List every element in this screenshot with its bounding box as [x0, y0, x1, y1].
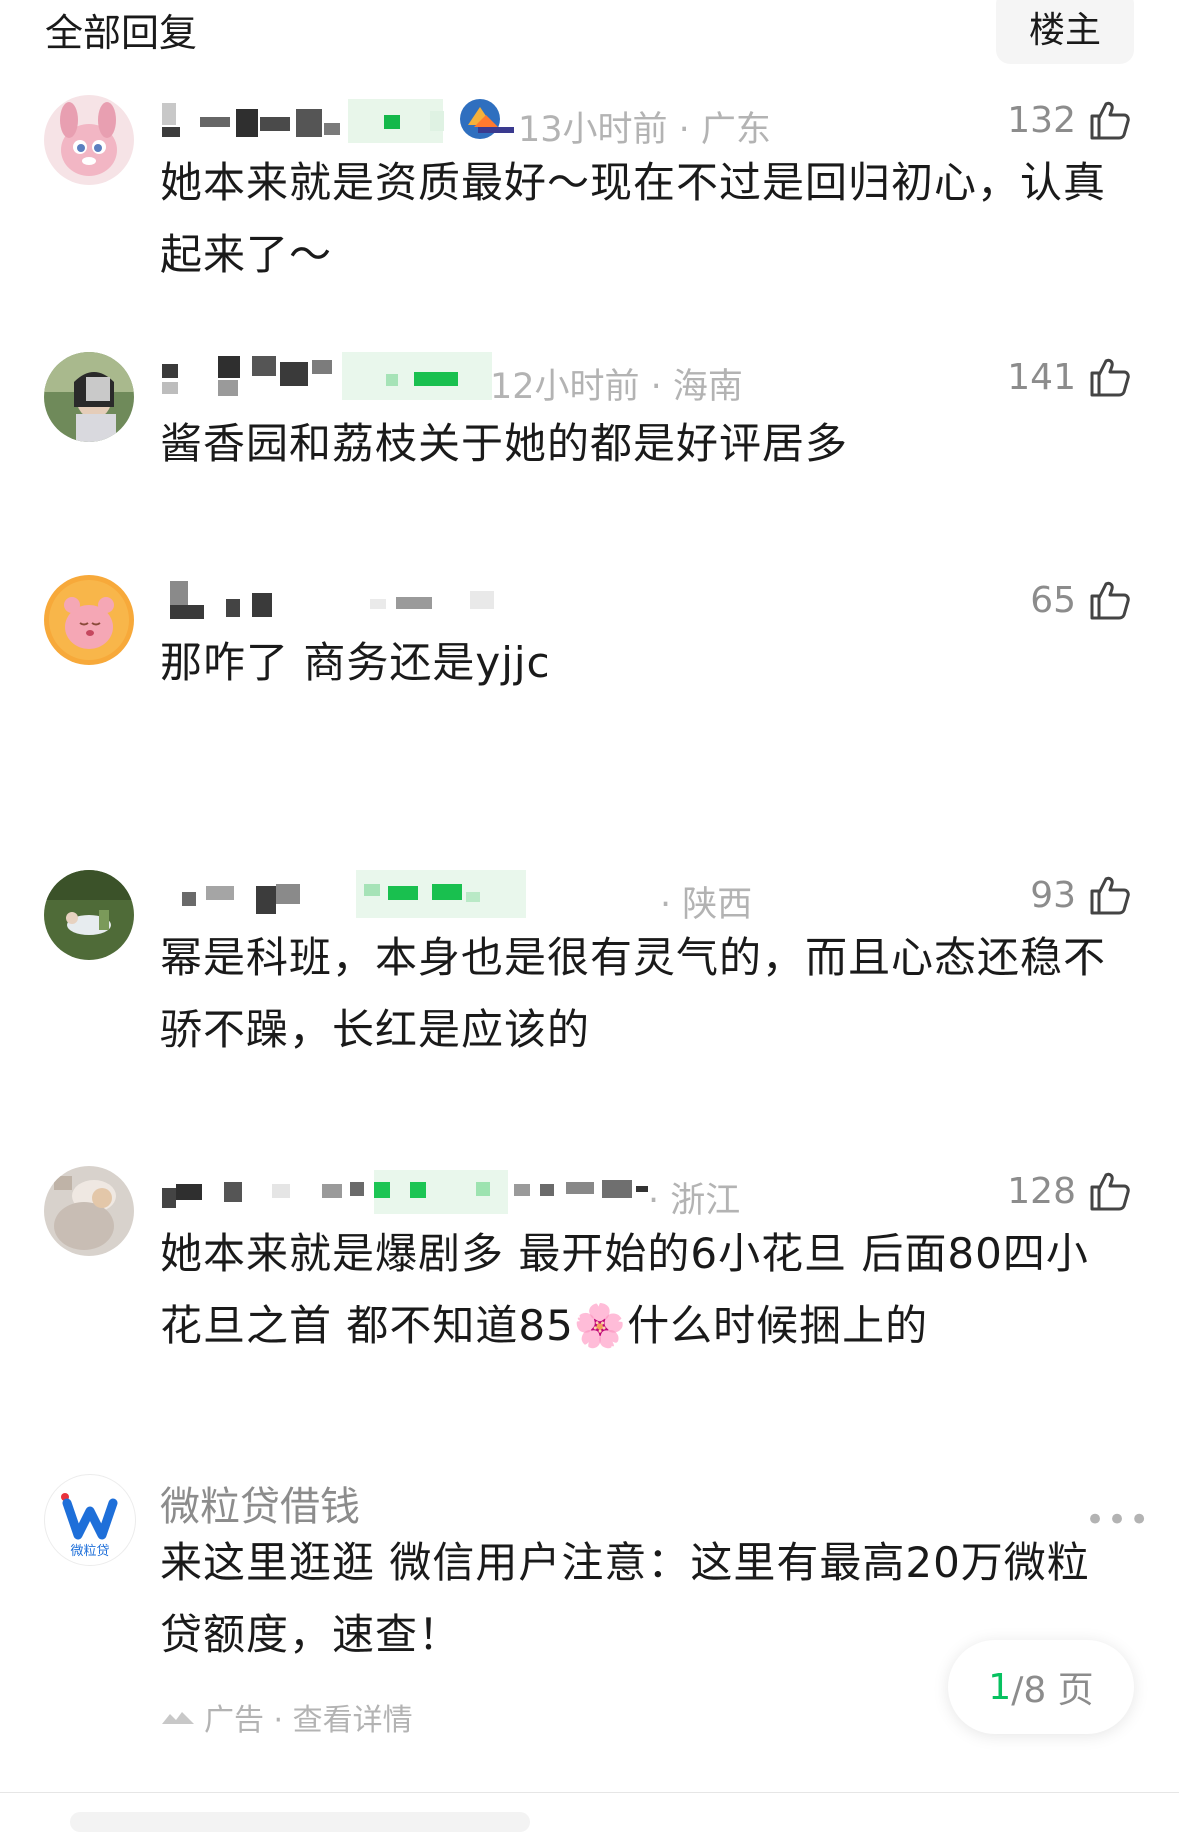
comment-text: 幂是科班，本身也是很有灵气的，而且心态还稳不骄不躁，长红是应该的: [160, 933, 1107, 1054]
name-row: [160, 575, 940, 625]
avatar[interactable]: [44, 95, 134, 185]
avatar[interactable]: [44, 870, 134, 960]
like-button[interactable]: 141: [1007, 352, 1134, 402]
ad-logo[interactable]: 微粒贷: [44, 1474, 136, 1566]
username-mosaic: [182, 870, 526, 918]
bottom-input-bar[interactable]: [70, 1812, 530, 1832]
comment-meta: · 陕西: [660, 885, 753, 925]
like-button[interactable]: 93: [1030, 870, 1134, 920]
like-count: 65: [1030, 579, 1076, 621]
like-count: 93: [1030, 874, 1076, 916]
username-mosaic: [162, 1170, 648, 1214]
thumbs-up-icon: [1090, 876, 1130, 915]
like-count: 141: [1007, 356, 1076, 398]
ad-footer-label: 广告 · 查看详情: [204, 1703, 413, 1738]
page-indicator[interactable]: 1/8 页: [948, 1640, 1134, 1734]
name-row: · 陕西: [160, 870, 940, 925]
total-pages: /8 页: [1011, 1670, 1094, 1711]
name-row: · 浙江: [160, 1166, 940, 1221]
like-count: 128: [1007, 1170, 1076, 1212]
name-row: 13小时前 · 广东: [160, 95, 940, 150]
ad-logo-text: 微粒贷: [70, 1544, 109, 1559]
page-title: 全部回复: [45, 11, 198, 55]
weilidai-logo-icon: 微粒贷: [61, 1493, 118, 1559]
thumbs-up-icon: [1090, 1172, 1130, 1211]
username-mosaic: [162, 99, 444, 143]
header: 全部回复 楼主: [0, 0, 1179, 80]
like-count: 132: [1007, 99, 1076, 141]
comment-text: 那咋了 商务还是yjjc: [160, 638, 551, 687]
like-button[interactable]: 128: [1007, 1166, 1134, 1216]
username-mosaic: [170, 581, 494, 619]
divider: [0, 1792, 1179, 1793]
avatar[interactable]: [44, 575, 134, 665]
thumbs-up-icon: [1090, 358, 1130, 397]
op-only-filter-button[interactable]: 楼主: [996, 0, 1134, 64]
comment-meta: 12小时前 · 海南: [490, 367, 743, 407]
ad-footer[interactable]: 广告 · 查看详情: [160, 1695, 413, 1739]
ad-advertiser-name[interactable]: 微粒贷借钱: [160, 1474, 360, 1532]
fan-badge-icon: [460, 99, 514, 139]
avatar[interactable]: [44, 352, 134, 442]
comment-text: 她本来就是爆剧多 最开始的6小花旦 后面80四小花旦之首 都不知道85🌸什么时候…: [160, 1229, 1089, 1350]
like-button[interactable]: 65: [1030, 575, 1134, 625]
comment-text: 酱香园和荔枝关于她的都是好评居多: [160, 419, 849, 468]
name-row: 12小时前 · 海南: [160, 352, 940, 407]
comment-text: 她本来就是资质最好～现在不过是回归初心，认真起来了～: [160, 158, 1107, 279]
username-mosaic: [162, 352, 492, 400]
thumbs-up-icon: [1090, 101, 1130, 140]
thumbs-up-icon: [1090, 581, 1130, 620]
avatar[interactable]: [44, 1166, 134, 1256]
ad-mark-icon: [162, 1712, 194, 1724]
comment-meta: 13小时前 · 广东: [518, 110, 771, 150]
comment-meta: · 浙江: [648, 1181, 741, 1221]
like-button[interactable]: 132: [1007, 95, 1134, 145]
current-page: 1: [988, 1666, 1012, 1708]
